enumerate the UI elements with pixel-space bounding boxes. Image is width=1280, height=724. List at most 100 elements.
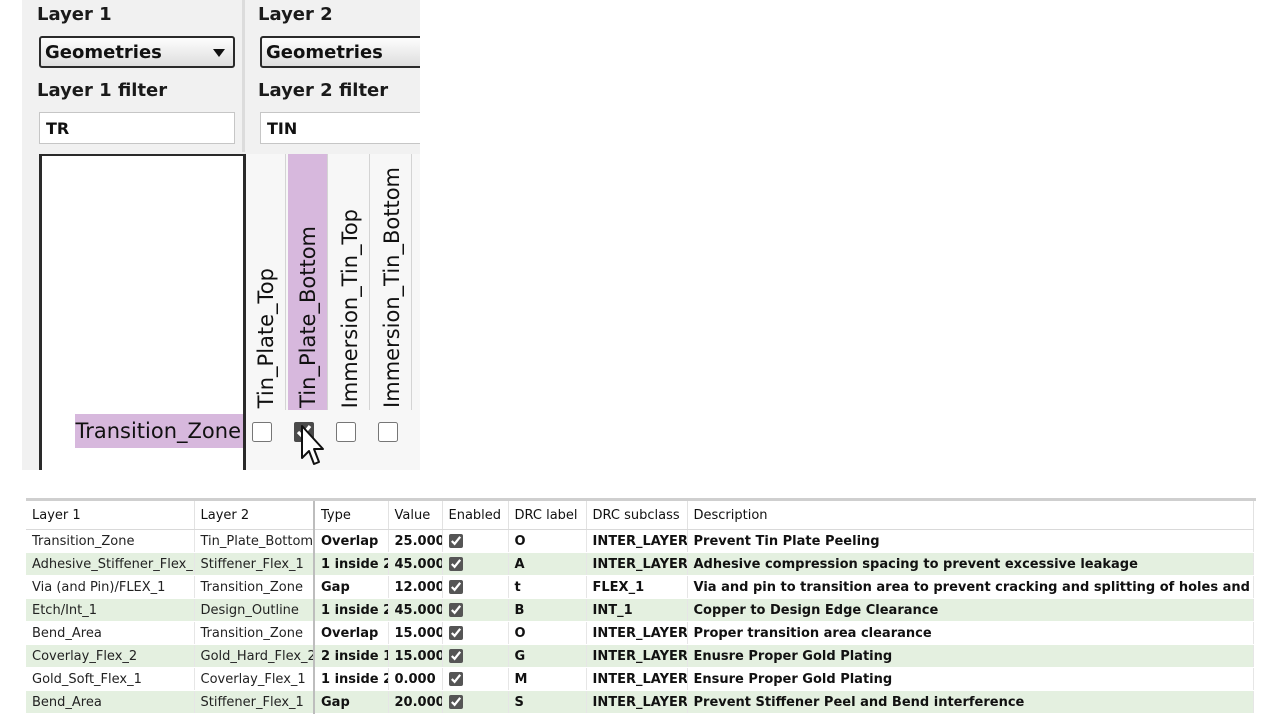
cell-enabled [442,667,509,691]
table-row[interactable]: Gold_Soft_Flex_1 Coverlay_Flex_1 1 inside … [26,667,1254,691]
cell-layer2: Tin_Plate_Bottom [194,529,315,553]
cell-value: 45.000 [388,598,443,622]
layer-column-divider [242,0,245,152]
column-header-immersion-tin-top[interactable]: Immersion_Tin_Top [330,154,370,410]
table-header-row: Layer 1 Layer 2 Type Value Enabled DRC l… [26,501,1254,530]
layer2-dropdown[interactable]: Geometries [260,36,420,68]
cell-type: 2 inside 1 [313,644,389,668]
header-type[interactable]: Type [313,501,389,530]
layer1-dropdown[interactable]: Geometries [39,36,235,68]
cell-drc-subclass: INT_1 [586,598,688,622]
column-header-tin-plate-top[interactable]: Tin_Plate_Top [246,154,286,410]
cell-drc-subclass: INTER_LAYER [586,667,688,691]
cell-description: Proper transition area clearance [687,621,1254,645]
enabled-checkbox[interactable] [448,649,463,663]
table-row[interactable]: Bend_Area Stiffener_Flex_1 Gap 20.000 S INTER… [26,690,1254,714]
enabled-checkbox[interactable] [448,580,463,594]
column-header-tin-plate-bottom[interactable]: Tin_Plate_Bottom [288,154,328,410]
cell-value: 25.000 [388,529,443,553]
cell-description: Copper to Design Edge Clearance [687,598,1254,622]
matrix-checkbox-immersion-tin-top[interactable] [336,422,356,442]
cell-type: Overlap [313,621,389,645]
cell-drc-label: A [508,552,587,576]
cell-drc-label: S [508,690,587,714]
chevron-down-icon [213,49,225,57]
cell-drc-label: M [508,667,587,691]
cell-type: Gap [313,690,389,714]
column-header-immersion-tin-bottom[interactable]: Immersion_Tin_Bottom [372,154,412,410]
cell-drc-subclass: INTER_LAYER [586,552,688,576]
layer1-dropdown-value: Geometries [45,42,162,63]
cell-drc-subclass: INTER_LAYER [586,621,688,645]
layer1-filter-label: Layer 1 filter [37,80,168,101]
enabled-checkbox[interactable] [448,695,463,709]
drc-rules-table: Layer 1 Layer 2 Type Value Enabled DRC l… [26,501,1254,714]
cell-value: 20.000 [388,690,443,714]
header-drc-label[interactable]: DRC label [508,501,587,530]
mouse-pointer-icon [301,425,324,465]
header-layer1[interactable]: Layer 1 [26,501,195,530]
drc-table-body: Transition_Zone Tin_Plate_Bottom Overlap 25… [26,529,1254,714]
layer1-label: Layer 1 [37,4,112,25]
enabled-checkbox[interactable] [448,534,463,548]
matrix-checkbox-immersion-tin-bottom[interactable] [378,422,398,442]
header-description[interactable]: Description [687,501,1254,530]
header-layer2[interactable]: Layer 2 [194,501,315,530]
cell-enabled [442,575,509,599]
cell-drc-subclass: FLEX_1 [586,575,688,599]
table-row[interactable]: Bend_Area Transition_Zone Overlap 15.000 O IN… [26,621,1254,645]
column-header-label: Tin_Plate_Bottom [296,226,320,408]
enabled-checkbox[interactable] [448,626,463,640]
column-header-label: Immersion_Tin_Bottom [380,167,404,408]
cell-layer1: Etch/Int_1 [26,598,195,622]
cell-layer1: Gold_Soft_Flex_1 [26,667,195,691]
cell-type: Overlap [313,529,389,553]
column-header-label: Immersion_Tin_Top [338,208,362,408]
cell-enabled [442,644,509,668]
cell-drc-subclass: INTER_LAYER [586,690,688,714]
cell-drc-subclass: INTER_LAYER [586,644,688,668]
cell-description: Adhesive compression spacing to prevent … [687,552,1254,576]
cell-drc-label: O [508,529,587,553]
table-row[interactable]: Via (and Pin)/FLEX_1 Transition_Zone Gap 12… [26,575,1254,599]
cell-layer2: Coverlay_Flex_1 [194,667,315,691]
cell-layer2: Transition_Zone [194,575,315,599]
header-enabled[interactable]: Enabled [442,501,509,530]
header-value[interactable]: Value [388,501,443,530]
cell-layer1: Coverlay_Flex_2 [26,644,195,668]
enabled-checkbox[interactable] [448,672,463,686]
cell-value: 0.000 [388,667,443,691]
cell-enabled [442,552,509,576]
cell-value: 15.000 [388,644,443,668]
cell-type: 1 inside 2 [313,667,389,691]
header-drc-subclass[interactable]: DRC subclass [586,501,688,530]
layer2-filter-input[interactable] [260,112,420,144]
cell-layer1: Bend_Area [26,621,195,645]
table-row[interactable]: Adhesive_Stiffener_Flex_1 Stiffener_Flex_… [26,552,1254,576]
cell-layer2: Transition_Zone [194,621,315,645]
cell-value: 45.000 [388,552,443,576]
cell-layer2: Gold_Hard_Flex_2 [194,644,315,668]
cell-type: 1 inside 2 [313,552,389,576]
layer2-dropdown-value: Geometries [266,42,383,63]
matrix-row-label[interactable]: Transition_Zone [75,414,243,448]
table-row[interactable]: Etch/Int_1 Design_Outline 1 inside 2 45.000… [26,598,1254,622]
column-header-label: Tin_Plate_Top [254,267,278,408]
cell-description: Prevent Stiffener Peel and Bend interfer… [687,690,1254,714]
table-row[interactable]: Transition_Zone Tin_Plate_Bottom Overlap 25… [26,529,1254,553]
layer1-filter-input[interactable] [39,112,235,144]
cell-value: 12.000 [388,575,443,599]
layer-matrix-panel: Layer 1 Layer 2 Geometries Geometries La… [22,0,420,470]
cell-description: Prevent Tin Plate Peeling [687,529,1254,553]
cell-layer1: Transition_Zone [26,529,195,553]
enabled-checkbox[interactable] [448,603,463,617]
cell-drc-subclass: INTER_LAYER [586,529,688,553]
table-row[interactable]: Coverlay_Flex_2 Gold_Hard_Flex_2 2 inside … [26,644,1254,668]
cell-layer1: Adhesive_Stiffener_Flex_1 [26,552,195,576]
cell-description: Via and pin to transition area to preven… [687,575,1254,599]
cell-layer2: Design_Outline [194,598,315,622]
enabled-checkbox[interactable] [448,557,463,571]
cell-enabled [442,621,509,645]
drc-rules-table-container: Layer 1 Layer 2 Type Value Enabled DRC l… [26,498,1256,724]
matrix-checkbox-tin-plate-top[interactable] [252,422,272,442]
